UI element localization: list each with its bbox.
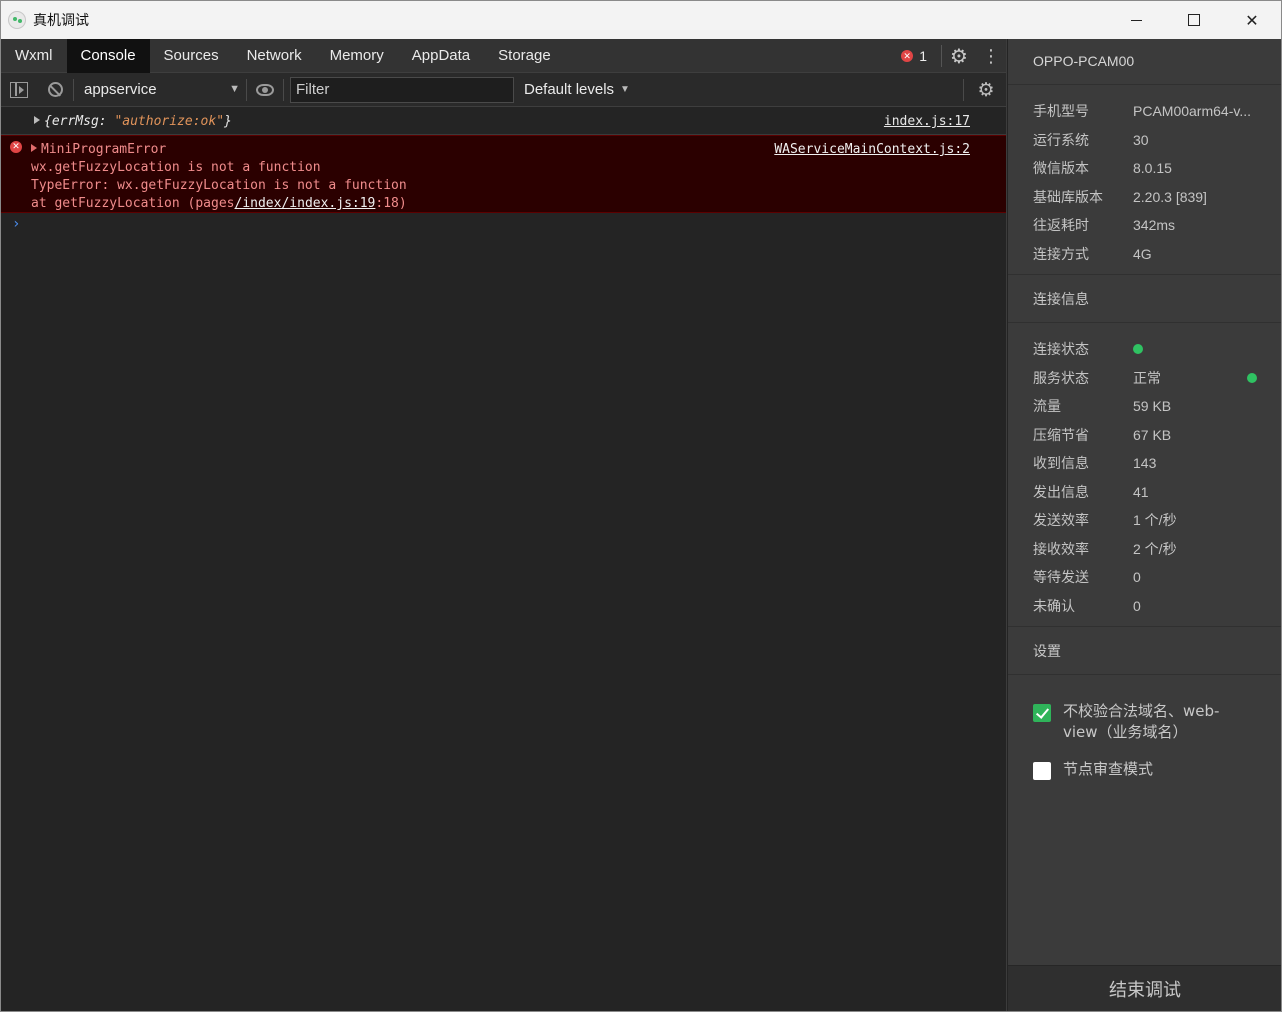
info-row: 发送效率 1 个/秒 xyxy=(1033,512,1177,530)
log-levels-select[interactable]: Default levels ▼ xyxy=(524,81,630,98)
section-title: 设置 xyxy=(1008,627,1281,675)
expand-caret-icon[interactable] xyxy=(31,144,37,152)
info-row: 服务状态 正常 xyxy=(1008,364,1281,393)
devtools-window: 真机调试 ✕ Wxml Console Sources Network Memo… xyxy=(0,0,1282,1012)
stack-source-link[interactable]: /index/index.js:19 xyxy=(235,196,376,211)
info-row: 发出信息 41 xyxy=(1033,483,1149,501)
info-row: 连接方式 4G xyxy=(1033,245,1152,263)
info-row: 等待发送 0 xyxy=(1033,569,1141,587)
error-stack-line: at getFuzzyLocation (pages/index/index.j… xyxy=(31,196,407,211)
tab-storage[interactable]: Storage xyxy=(484,39,565,73)
source-link[interactable]: index.js:17 xyxy=(884,114,970,129)
clear-console-button[interactable] xyxy=(37,73,73,107)
info-row: 基础库版本 2.20.3 [839] xyxy=(1033,188,1207,206)
console-settings-gear-icon[interactable]: ⚙ xyxy=(972,73,1000,107)
error-type: TypeError: wx.getFuzzyLocation is not a … xyxy=(31,178,407,193)
devtools-tabbar: Wxml Console Sources Network Memory AppD… xyxy=(1,38,1006,73)
filter-input[interactable] xyxy=(290,76,514,103)
info-row: 连接状态 xyxy=(1008,335,1281,364)
error-icon: ✕ xyxy=(10,141,22,153)
minimize-button[interactable] xyxy=(1107,1,1165,39)
end-debug-button[interactable]: 结束调试 xyxy=(1008,965,1281,1011)
status-ok-icon xyxy=(1133,344,1143,355)
option-label: 不校验合法域名、web-view（业务域名） xyxy=(1063,702,1220,741)
log-key: errMsg: xyxy=(51,114,107,129)
device-name: OPPO-PCAM00 xyxy=(1008,39,1281,85)
info-row: 接收效率 2 个/秒 xyxy=(1033,540,1177,558)
dropdown-arrow-icon: ▼ xyxy=(229,82,240,95)
log-levels-label: Default levels xyxy=(524,81,615,98)
info-row: 压缩节省 67 KB xyxy=(1033,426,1172,444)
info-row: 收到信息 143 xyxy=(1033,455,1157,473)
close-icon: ✕ xyxy=(1245,10,1259,30)
console-error-entry: ✕ MiniProgramError wx.getFuzzyLocation i… xyxy=(1,135,1006,213)
log-object[interactable]: {errMsg: "authorize:ok"} xyxy=(44,114,232,129)
tab-network[interactable]: Network xyxy=(233,39,316,73)
live-expression-button[interactable] xyxy=(247,73,283,107)
info-row: 往返耗时 342ms xyxy=(1033,217,1176,235)
tab-memory[interactable]: Memory xyxy=(316,39,398,73)
maximize-button[interactable] xyxy=(1165,1,1223,39)
node-inspect-option[interactable]: 节点审查模式 xyxy=(1033,759,1281,780)
info-row: 微信版本 8.0.15 xyxy=(1033,160,1172,178)
tab-sources[interactable]: Sources xyxy=(150,39,233,73)
maximize-icon xyxy=(1188,14,1200,26)
wechat-app-icon xyxy=(8,11,26,29)
console-prompt[interactable]: › xyxy=(1,213,1006,237)
settings-gear-icon[interactable]: ⚙ xyxy=(942,39,976,73)
error-icon: ✕ xyxy=(901,50,914,62)
console-output: {errMsg: "authorize:ok"} index.js:17 ✕ M… xyxy=(1,107,1006,237)
source-link[interactable]: WAServiceMainContext.js:2 xyxy=(774,141,970,159)
more-options-icon[interactable]: ⋮ xyxy=(976,39,1006,73)
dropdown-arrow-icon: ▼ xyxy=(620,84,630,95)
status-ok-icon xyxy=(1247,372,1257,383)
log-value: "authorize:ok" xyxy=(114,114,225,129)
tab-appdata[interactable]: AppData xyxy=(398,39,484,73)
error-message: wx.getFuzzyLocation is not a function xyxy=(31,160,321,175)
tabbar-actions: ✕ 1 ⚙ ⋮ xyxy=(901,39,1006,73)
error-count-badge[interactable]: ✕ 1 xyxy=(901,48,927,64)
console-log-entry: {errMsg: "authorize:ok"} index.js:17 xyxy=(1,107,1006,135)
skip-domain-check-option[interactable]: 不校验合法域名、web-view（业务域名） xyxy=(1033,701,1281,743)
info-row: 未确认 0 xyxy=(1033,597,1141,615)
tab-wxml[interactable]: Wxml xyxy=(1,39,67,73)
close-button[interactable]: ✕ xyxy=(1223,1,1281,39)
info-row: 流量 59 KB xyxy=(1033,398,1172,416)
settings-list: 不校验合法域名、web-view（业务域名） 节点审查模式 xyxy=(1008,675,1281,780)
devtools-panel: Wxml Console Sources Network Memory AppD… xyxy=(1,38,1007,1011)
divider xyxy=(963,79,964,101)
info-row: 运行系统 30 xyxy=(1033,131,1149,149)
clear-icon xyxy=(47,82,63,97)
section-title: 连接信息 xyxy=(1008,275,1281,323)
error-title[interactable]: MiniProgramError xyxy=(41,142,166,157)
window-controls: ✕ xyxy=(1107,1,1281,39)
title-bar: 真机调试 ✕ xyxy=(1,1,1281,39)
context-select[interactable]: appservice ▼ xyxy=(74,73,246,107)
checkbox-checked[interactable] xyxy=(1033,704,1051,722)
option-label: 节点审查模式 xyxy=(1063,760,1154,778)
minimize-icon xyxy=(1130,19,1142,21)
error-count: 1 xyxy=(919,48,927,64)
device-info-panel: OPPO-PCAM00 手机型号 PCAM00arm64-v... 运行系统 30 … xyxy=(1008,39,1281,1011)
expand-caret-icon[interactable] xyxy=(34,116,40,124)
checkbox-unchecked[interactable] xyxy=(1033,762,1051,780)
window-title: 真机调试 xyxy=(33,13,89,29)
eye-icon xyxy=(256,83,274,96)
divider xyxy=(283,78,284,101)
connection-info-list: 连接状态 服务状态 正常 流量 59 KB 压缩节省 67 KB 收到信息 143 发出… xyxy=(1008,323,1281,627)
toggle-sidebar-button[interactable] xyxy=(1,73,37,107)
device-info-list: 手机型号 PCAM00arm64-v... 运行系统 30 微信版本 8.0.15 基… xyxy=(1008,85,1281,275)
info-row: 手机型号 PCAM00arm64-v... xyxy=(1033,103,1251,121)
sidebar-icon xyxy=(10,81,28,98)
tab-console[interactable]: Console xyxy=(66,38,150,73)
console-toolbar: appservice ▼ Default levels ▼ ⚙ xyxy=(1,73,1006,107)
context-value: appservice xyxy=(84,81,157,98)
